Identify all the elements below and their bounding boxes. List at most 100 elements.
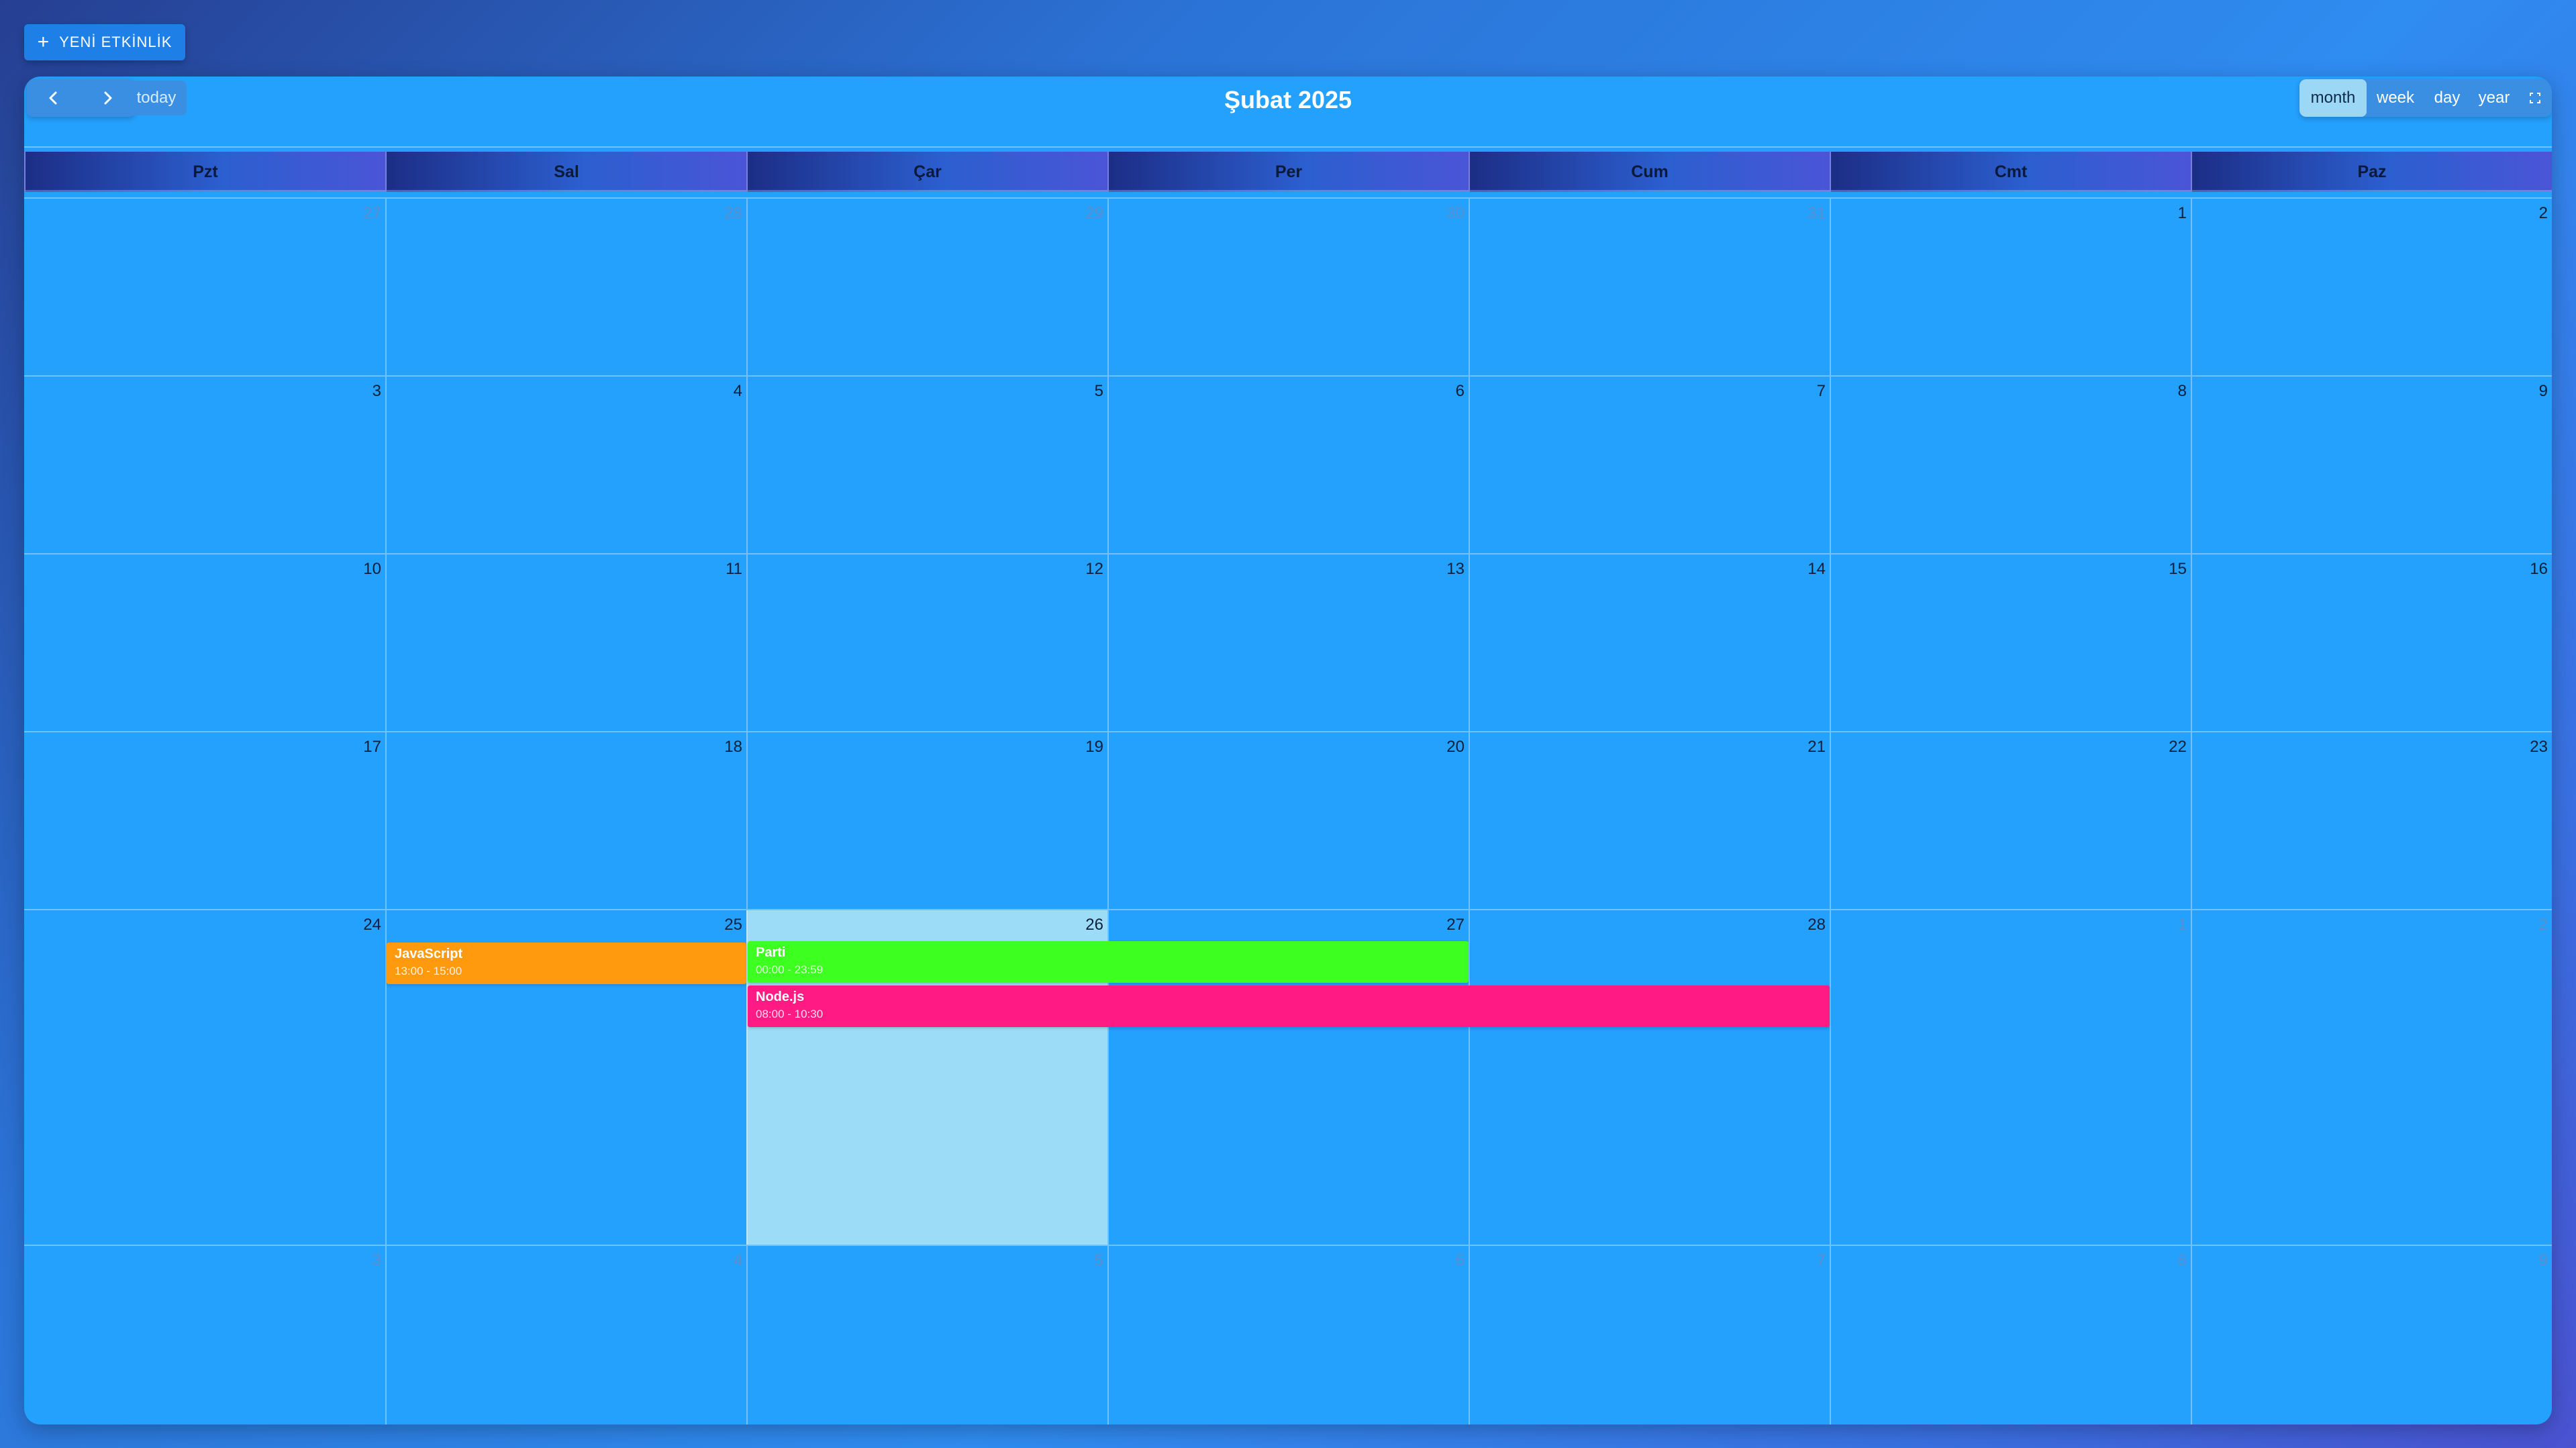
day-cell[interactable]: 28	[385, 199, 746, 375]
day-cell[interactable]: 5	[746, 377, 1107, 553]
day-cell[interactable]: 6	[1107, 377, 1469, 553]
day-number: 13	[1446, 560, 1465, 578]
day-number: 4	[733, 382, 742, 400]
day-cell[interactable]: 14	[1469, 554, 1830, 731]
day-cell[interactable]: 4	[385, 1246, 746, 1425]
weekday-label: Pzt	[193, 162, 218, 181]
weekday-header-cell: Sal	[385, 152, 746, 192]
day-cell[interactable]: 3	[24, 1246, 385, 1425]
week-row: 27 28 29 30 31 1 2	[24, 197, 2552, 375]
event-time: 08:00 - 10:30	[756, 1008, 824, 1020]
day-number: 26	[1085, 916, 1103, 934]
day-cell[interactable]: 15	[1830, 554, 2191, 731]
day-number: 19	[1085, 738, 1103, 756]
day-number: 27	[1446, 916, 1465, 934]
day-cell[interactable]: 19	[746, 732, 1107, 909]
weekday-label: Sal	[554, 162, 579, 181]
day-cell[interactable]: 8	[1830, 377, 2191, 553]
day-cell[interactable]: 6	[1107, 1246, 1469, 1425]
day-number: 1	[2177, 204, 2187, 222]
new-event-button[interactable]: + YENİ ETKİNLİK	[24, 24, 185, 60]
view-day-button[interactable]: day	[2424, 79, 2470, 117]
day-number: 9	[2538, 1251, 2548, 1269]
view-year-button[interactable]: year	[2470, 79, 2518, 117]
view-switcher: month week day year	[2299, 79, 2552, 117]
day-cell[interactable]: 5	[746, 1246, 1107, 1425]
day-number: 10	[363, 560, 381, 578]
day-number: 2	[2538, 916, 2548, 934]
weekday-header-cell: Pzt	[24, 152, 385, 192]
day-number: 15	[2169, 560, 2187, 578]
plus-icon: +	[37, 31, 50, 53]
calendar: today Şubat 2025 month week day year Pzt…	[24, 77, 2552, 1425]
day-number: 3	[372, 1251, 381, 1269]
weekday-label: Cum	[1631, 162, 1669, 181]
day-number: 27	[363, 204, 381, 222]
day-cell[interactable]: 20	[1107, 732, 1469, 909]
fullscreen-icon	[2530, 93, 2540, 103]
day-cell[interactable]: 22	[1830, 732, 2191, 909]
day-number: 29	[1085, 204, 1103, 222]
day-number: 30	[1446, 204, 1465, 222]
day-number: 12	[1085, 560, 1103, 578]
fullscreen-button[interactable]	[2518, 79, 2552, 117]
day-number: 2	[2538, 204, 2548, 222]
day-number: 4	[733, 1251, 742, 1269]
day-cell[interactable]: 31	[1469, 199, 1830, 375]
event-node-js[interactable]: Node.js 08:00 - 10:30	[748, 985, 1830, 1027]
day-cell[interactable]: 10	[24, 554, 385, 731]
day-cell[interactable]: 28	[1469, 910, 1830, 1245]
day-number: 11	[726, 560, 742, 578]
week-row: 3 4 5 6 7 8 9	[24, 375, 2552, 553]
event-javascript[interactable]: JavaScript 13:00 - 15:00	[387, 943, 746, 984]
day-number: 16	[2530, 560, 2548, 578]
day-cell[interactable]: 27	[24, 199, 385, 375]
view-week-button[interactable]: week	[2367, 79, 2424, 117]
day-cell[interactable]: 13	[1107, 554, 1469, 731]
week-row: 17 18 19 20 21 22 23	[24, 731, 2552, 909]
weekday-label: Paz	[2357, 162, 2387, 181]
day-cell[interactable]: 21	[1469, 732, 1830, 909]
day-cell[interactable]: 2	[2191, 910, 2552, 1245]
day-cell[interactable]: 18	[385, 732, 746, 909]
day-number: 9	[2538, 382, 2548, 400]
day-cell[interactable]: 7	[1469, 377, 1830, 553]
day-cell[interactable]: 9	[2191, 377, 2552, 553]
day-number: 6	[1455, 382, 1465, 400]
day-number: 7	[1816, 382, 1826, 400]
day-number: 6	[1455, 1251, 1465, 1269]
event-title: JavaScript	[395, 947, 463, 961]
event-time: 00:00 - 23:59	[756, 963, 824, 976]
weekday-header-cell: Per	[1107, 152, 1469, 192]
day-cell[interactable]: 1	[1830, 910, 2191, 1245]
event-time: 13:00 - 15:00	[395, 965, 462, 977]
day-number: 28	[1807, 916, 1826, 934]
event-title: Node.js	[756, 990, 805, 1004]
day-cell[interactable]: 23	[2191, 732, 2552, 909]
day-cell[interactable]: 29	[746, 199, 1107, 375]
day-cell[interactable]: 17	[24, 732, 385, 909]
day-cell[interactable]: 8	[1830, 1246, 2191, 1425]
day-number: 1	[2177, 916, 2187, 934]
event-parti[interactable]: Parti 00:00 - 23:59	[748, 941, 1469, 983]
day-cell[interactable]: 9	[2191, 1246, 2552, 1425]
day-number: 18	[724, 738, 742, 756]
day-cell[interactable]: 1	[1830, 199, 2191, 375]
day-cell[interactable]: 7	[1469, 1246, 1830, 1425]
day-cell[interactable]: 24	[24, 910, 385, 1245]
day-number: 14	[1807, 560, 1826, 578]
day-number: 24	[363, 916, 381, 934]
day-cell[interactable]: 4	[385, 377, 746, 553]
weekday-header-cell: Çar	[746, 152, 1107, 192]
day-cell[interactable]: 30	[1107, 199, 1469, 375]
month-grid: 27 28 29 30 31 1 2 3 4 5 6 7 8 9 10 11 12 13 14 15 16 17 18 19 2…	[24, 197, 2552, 1425]
day-number: 8	[2177, 1251, 2187, 1269]
day-number: 23	[2530, 738, 2548, 756]
day-cell[interactable]: 2	[2191, 199, 2552, 375]
day-cell[interactable]: 12	[746, 554, 1107, 731]
day-cell[interactable]: 3	[24, 377, 385, 553]
day-cell[interactable]: 16	[2191, 554, 2552, 731]
view-month-button[interactable]: month	[2299, 79, 2367, 117]
day-cell[interactable]: 11	[385, 554, 746, 731]
weekday-header-cell: Cmt	[1830, 152, 2191, 192]
